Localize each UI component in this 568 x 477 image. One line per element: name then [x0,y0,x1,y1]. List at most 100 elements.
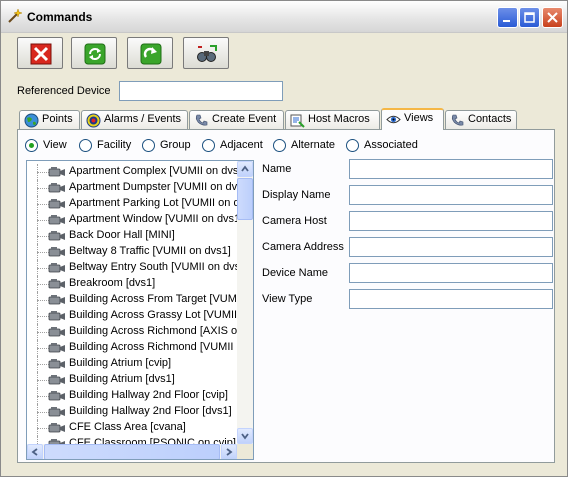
minimize-icon [503,20,510,22]
radio-label: Associated [364,139,418,151]
views-panel: View Facility Group Adjacent Alternate A… [17,129,555,463]
name-field[interactable] [349,159,553,179]
camera-icon [48,326,66,341]
tree-item[interactable]: Building Atrium [cvip] [27,356,237,372]
tab-contacts[interactable]: Contacts [445,110,517,129]
camera-icon [48,214,66,229]
eye-icon [386,115,401,124]
radio-adjacent[interactable]: Adjacent [202,138,263,154]
tree-item[interactable]: Apartment Complex [VUMII on dvs1 [27,164,237,180]
tree-item[interactable]: Beltway 8 Traffic [VUMII on dvs1] [27,244,237,260]
tree-item[interactable]: Beltway Entry South [VUMII on dvs [27,260,237,276]
camera-host-label: Camera Host [262,215,327,227]
name-label: Name [262,163,292,175]
horizontal-scrollbar[interactable] [27,444,237,459]
tree-item[interactable]: Building Across Richmond [VUMII c [27,340,237,356]
tab-alarms-events[interactable]: Alarms / Events [81,110,188,129]
minimize-button[interactable] [497,7,518,28]
view-type-label: View Type [262,293,313,305]
tab-views[interactable]: Views [381,108,444,130]
maximize-button[interactable] [519,7,540,28]
camera-icon [48,310,66,325]
scroll-up-button[interactable] [237,161,253,177]
display-name-field[interactable] [349,185,553,205]
globe-icon [24,113,39,128]
tab-host-macros[interactable]: Host Macros [285,110,380,129]
commands-window: Commands Referenced Device Points Alarms… [0,0,568,477]
tree-item-label: Building Atrium [cvip] [69,357,172,369]
radio-associated[interactable]: Associated [346,138,418,154]
forward-icon [140,43,162,65]
tree-item[interactable]: Building Hallway 2nd Floor [dvs1] [27,404,237,420]
binoculars-button[interactable] [183,37,229,69]
tree-item[interactable]: Building Hallway 2nd Floor [cvip] [27,388,237,404]
tree-item-label: Back Door Hall [MINI] [69,229,175,241]
tree-item[interactable]: Apartment Parking Lot [VUMII on d [27,196,237,212]
camera-icon [48,422,66,437]
camera-address-field[interactable] [349,237,553,257]
vertical-scroll-thumb[interactable] [237,178,253,220]
tree-item[interactable]: Apartment Window [VUMII on dvs1 [27,212,237,228]
device-name-label: Device Name [262,267,329,279]
scroll-right-button[interactable] [221,444,237,459]
camera-icon [48,278,66,293]
camera-icon [48,406,66,421]
camera-icon [48,198,66,213]
tree-item[interactable]: CFE Class Area [cvana] [27,420,237,436]
camera-icon [48,246,66,261]
display-name-label: Display Name [262,189,331,201]
views-tree-list: Apartment Complex [VUMII on dvs1 Apartmen… [27,161,237,444]
tab-label: Host Macros [308,113,370,125]
radio-view[interactable]: View [25,138,67,154]
refresh-icon [84,43,106,65]
horizontal-scroll-thumb[interactable] [44,444,220,459]
radio-label: Facility [97,139,132,151]
tree-item[interactable]: Building Across From Target [VUMI [27,292,237,308]
refresh-button[interactable] [71,37,117,69]
arrow-up-icon [241,165,249,172]
referenced-device-field[interactable] [119,81,283,101]
camera-host-field[interactable] [349,211,553,231]
tree-item[interactable]: Building Across Grassy Lot [VUMII [27,308,237,324]
scroll-left-button[interactable] [27,444,43,459]
maximize-icon [524,12,535,23]
tree-item-label: Apartment Dumpster [VUMII on dvs [69,181,237,193]
radio-facility[interactable]: Facility [79,138,131,154]
tab-create-event[interactable]: Create Event [189,110,284,129]
target-icon [86,113,101,128]
scroll-down-button[interactable] [237,428,253,444]
scrollbar-corner [237,444,253,459]
radio-group[interactable]: Group [142,138,191,154]
tree-item-label: Building Atrium [dvs1] [69,373,175,385]
camera-address-label: Camera Address [262,241,344,253]
view-type-field[interactable] [349,289,553,309]
tab-label: Points [42,113,73,125]
tree-item[interactable]: Apartment Dumpster [VUMII on dvs [27,180,237,196]
device-name-field[interactable] [349,263,553,283]
radio-alternate[interactable]: Alternate [273,138,335,154]
close-window-button[interactable] [542,7,563,28]
tree-item-label: Building Across Richmond [VUMII c [69,341,237,353]
title-bar: Commands [1,1,567,33]
forward-button[interactable] [127,37,173,69]
tree-item[interactable]: CFE Classroom [PSONIC on cvip] [27,436,237,444]
tree-item[interactable]: Building Across Richmond [AXIS on [27,324,237,340]
views-tree[interactable]: Apartment Complex [VUMII on dvs1 Apartmen… [26,160,254,460]
radio-label: Adjacent [220,139,263,151]
tree-item-label: Beltway Entry South [VUMII on dvs [69,261,237,273]
referenced-device-label: Referenced Device [17,85,111,97]
cancel-button[interactable] [17,37,63,69]
tab-label: Create Event [212,113,277,125]
tree-item[interactable]: Breakroom [dvs1] [27,276,237,292]
tree-item[interactable]: Back Door Hall [MINI] [27,228,237,244]
tree-item-label: Building Across Grassy Lot [VUMII [69,309,237,321]
tab-points[interactable]: Points [19,110,80,129]
tree-item-label: Apartment Window [VUMII on dvs1 [69,213,237,225]
camera-icon [48,182,66,197]
tree-item[interactable]: Building Atrium [dvs1] [27,372,237,388]
window-title: Commands [27,10,93,24]
tree-item-label: Apartment Complex [VUMII on dvs1 [69,165,237,177]
view-type-radio-group: View Facility Group Adjacent Alternate A… [18,138,554,154]
tree-item-label: Building Across From Target [VUMI [69,293,237,305]
vertical-scrollbar[interactable] [237,161,253,444]
